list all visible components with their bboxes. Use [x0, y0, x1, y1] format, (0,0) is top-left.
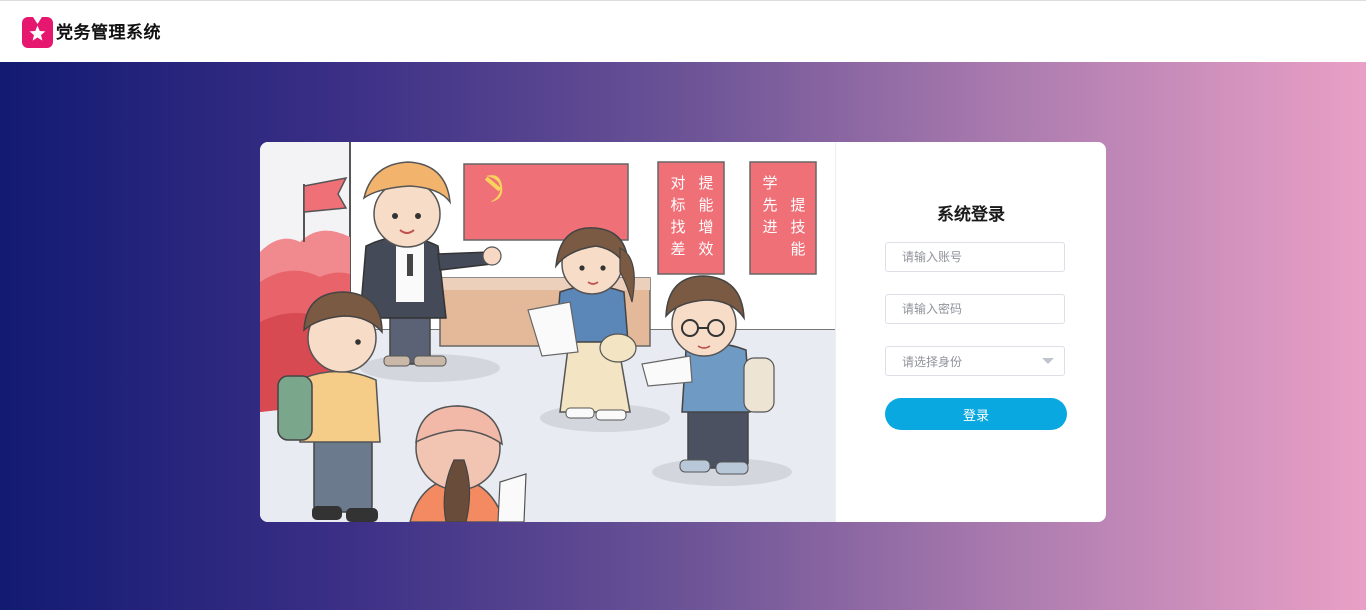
banner-char: 增	[698, 218, 713, 236]
logo-icon	[22, 17, 53, 48]
party-illustration: 对 标 找 差 提 能 增 效 学 先 进 提 技 能	[260, 142, 835, 522]
banner-char: 提	[698, 174, 713, 192]
banner-char: 提	[790, 196, 805, 214]
banner-char: 差	[670, 240, 685, 258]
banner-char: 能	[698, 196, 713, 214]
identity-placeholder: 请选择身份	[902, 354, 963, 369]
account-input[interactable]	[885, 242, 1065, 272]
banner-char: 进	[762, 218, 777, 236]
banner-char: 能	[790, 240, 805, 258]
banner-char: 先	[762, 196, 777, 214]
banner-char: 技	[790, 218, 805, 236]
banner-char: 学	[762, 174, 777, 192]
login-button[interactable]: 登录	[885, 398, 1067, 430]
banner-char: 找	[670, 218, 685, 236]
login-panel: 系统登录 请选择身份 登录	[835, 142, 1106, 522]
login-background: 对 标 找 差 提 能 增 效 学 先 进 提 技 能 系统登录 请输入账号 请…	[0, 62, 1366, 610]
banner-char: 标	[670, 196, 685, 214]
app-title: 党务管理系统	[56, 23, 161, 43]
login-title: 系统登录	[937, 205, 1005, 225]
caret-down-icon	[1042, 358, 1054, 364]
password-input[interactable]	[885, 294, 1065, 324]
top-header: 党务管理系统	[0, 0, 1366, 62]
banner-char: 对	[670, 174, 685, 192]
banner-char: 效	[698, 240, 713, 258]
star-icon	[29, 25, 46, 41]
identity-select[interactable]: 请选择身份	[885, 346, 1065, 376]
login-card: 对 标 找 差 提 能 增 效 学 先 进 提 技 能 系统登录 请输入账号 请…	[260, 142, 1106, 522]
